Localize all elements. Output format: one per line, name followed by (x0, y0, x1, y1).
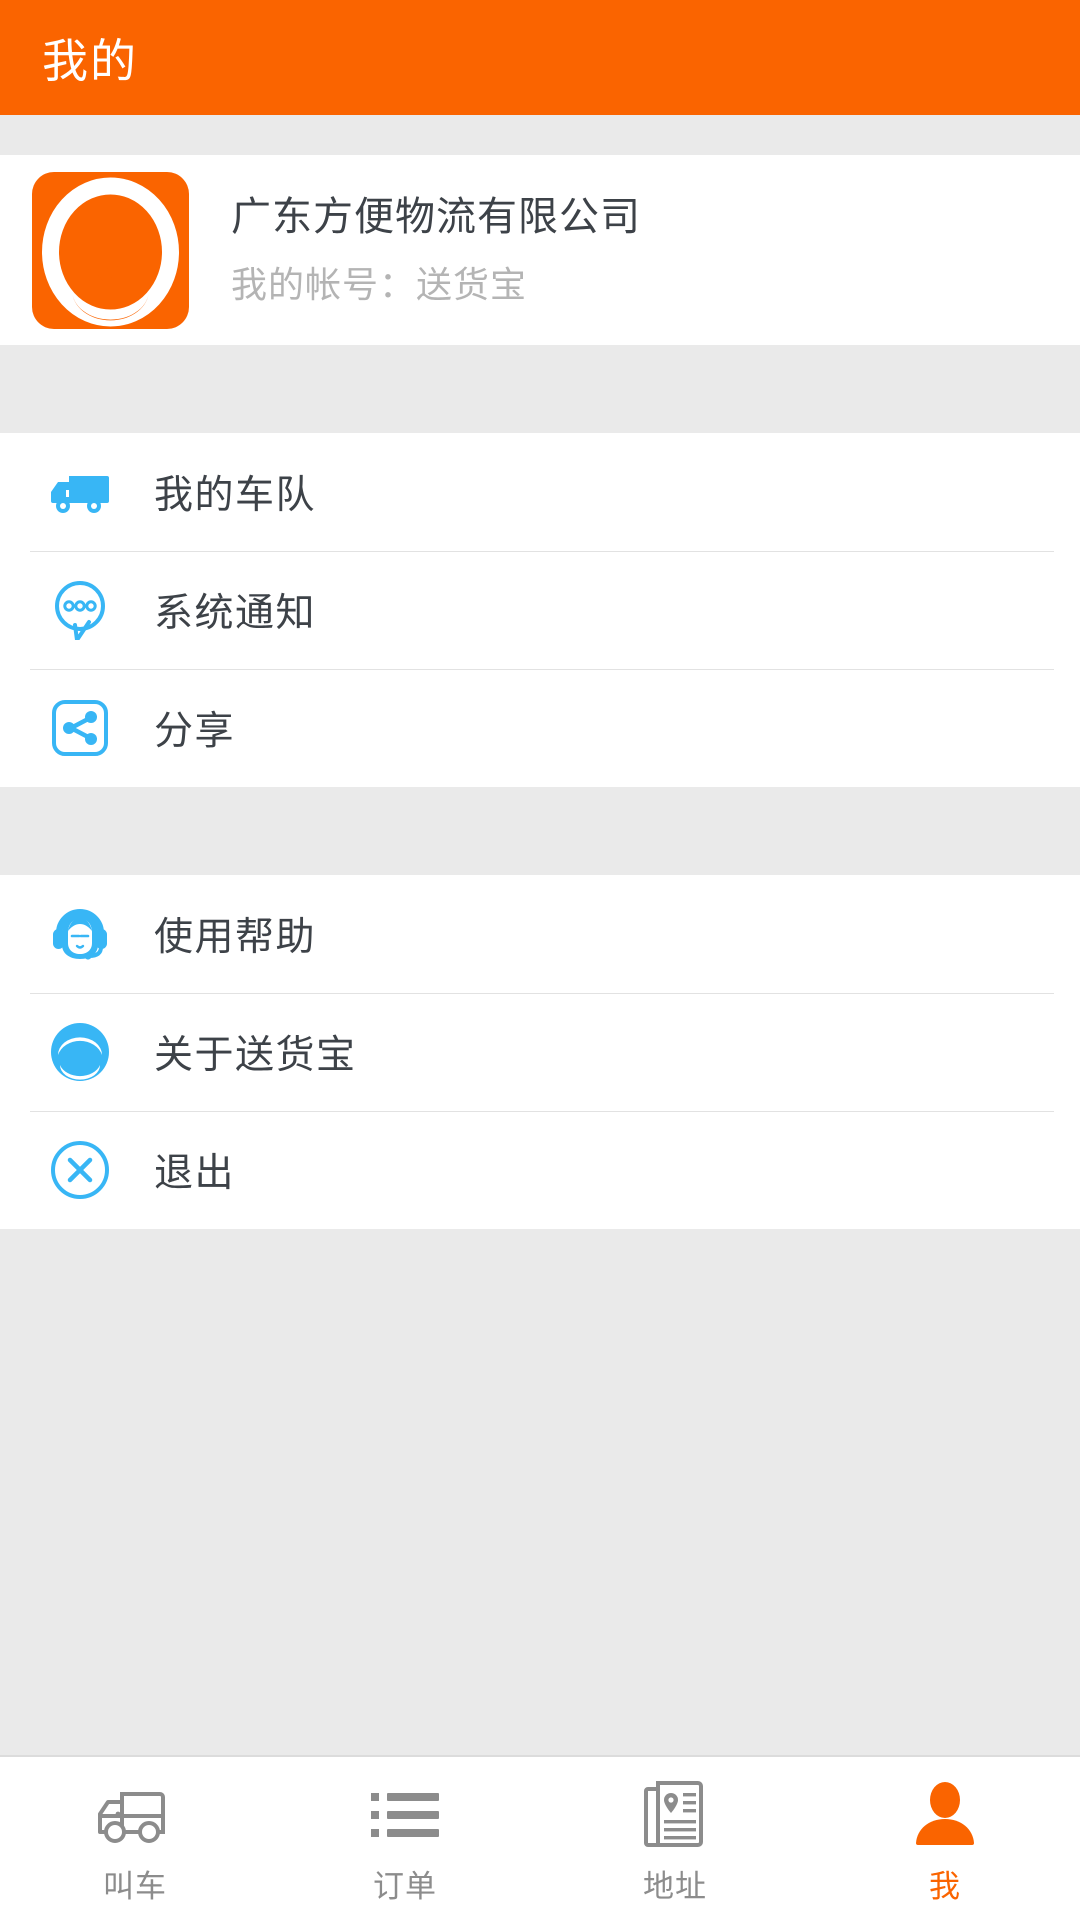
tab-label: 订单 (373, 1869, 437, 1904)
about-logo-circle-icon (48, 1020, 112, 1084)
account-line: 我的帐号：送货宝 (231, 264, 528, 305)
menu-item-logout[interactable]: 退出 (0, 1111, 1080, 1229)
menu-group-2: 使用帮助 关于送货宝 退出 (0, 875, 1080, 1229)
app-root: 我的 送货宝 广东方便物流有限公司 我的帐号：送货宝 我的车队 系统通知 分享 … (0, 0, 1080, 1920)
menu-item-help[interactable]: 使用帮助 (0, 875, 1080, 993)
menu-item-share[interactable]: 分享 (0, 669, 1080, 787)
address-book-icon (640, 1779, 710, 1851)
menu-item-label: 使用帮助 (154, 916, 317, 959)
logo-wordmark: 送货宝 (85, 264, 136, 284)
group-gap-spacer-2 (0, 787, 1080, 875)
truck-icon (48, 460, 112, 524)
group-gap-spacer-1 (0, 345, 1080, 433)
tab-me[interactable]: 我 (810, 1757, 1080, 1920)
bottom-tab-bar: 叫车 订单 地址 我 (0, 1755, 1080, 1920)
menu-item-label: 退出 (154, 1152, 236, 1195)
menu-item-my-fleet[interactable]: 我的车队 (0, 433, 1080, 551)
customer-service-headset-icon (48, 902, 112, 966)
close-circle-icon (48, 1138, 112, 1202)
tab-orders[interactable]: 订单 (270, 1757, 540, 1920)
menu-group-1: 我的车队 系统通知 分享 (0, 433, 1080, 787)
menu-item-label: 我的车队 (154, 474, 317, 517)
tab-label: 我 (929, 1869, 961, 1904)
tab-address[interactable]: 地址 (540, 1757, 810, 1920)
menu-item-about[interactable]: 关于送货宝 (0, 993, 1080, 1111)
tab-call-vehicle[interactable]: 叫车 (0, 1757, 270, 1920)
menu-item-system-notice[interactable]: 系统通知 (0, 551, 1080, 669)
menu-item-label: 关于送货宝 (154, 1034, 357, 1077)
company-name: 广东方便物流有限公司 (231, 195, 641, 239)
tab-label: 地址 (643, 1869, 707, 1904)
profile-text-block: 广东方便物流有限公司 我的帐号：送货宝 (231, 192, 641, 308)
songhuobao-logo-icon: 送货宝 (32, 171, 189, 329)
list-icon (369, 1779, 441, 1851)
menu-item-label: 系统通知 (154, 592, 317, 635)
tab-label: 叫车 (103, 1869, 167, 1904)
user-icon (914, 1779, 976, 1851)
page-title: 我的 (42, 34, 138, 87)
header-gap-spacer (0, 115, 1080, 155)
truck-outline-icon (92, 1779, 178, 1851)
page-header: 我的 (0, 0, 1080, 115)
content-filler (0, 1229, 1080, 1755)
chat-bubble-dots-icon (48, 578, 112, 642)
share-icon (48, 696, 112, 760)
menu-item-label: 分享 (154, 710, 236, 753)
profile-card[interactable]: 送货宝 广东方便物流有限公司 我的帐号：送货宝 (0, 155, 1080, 345)
